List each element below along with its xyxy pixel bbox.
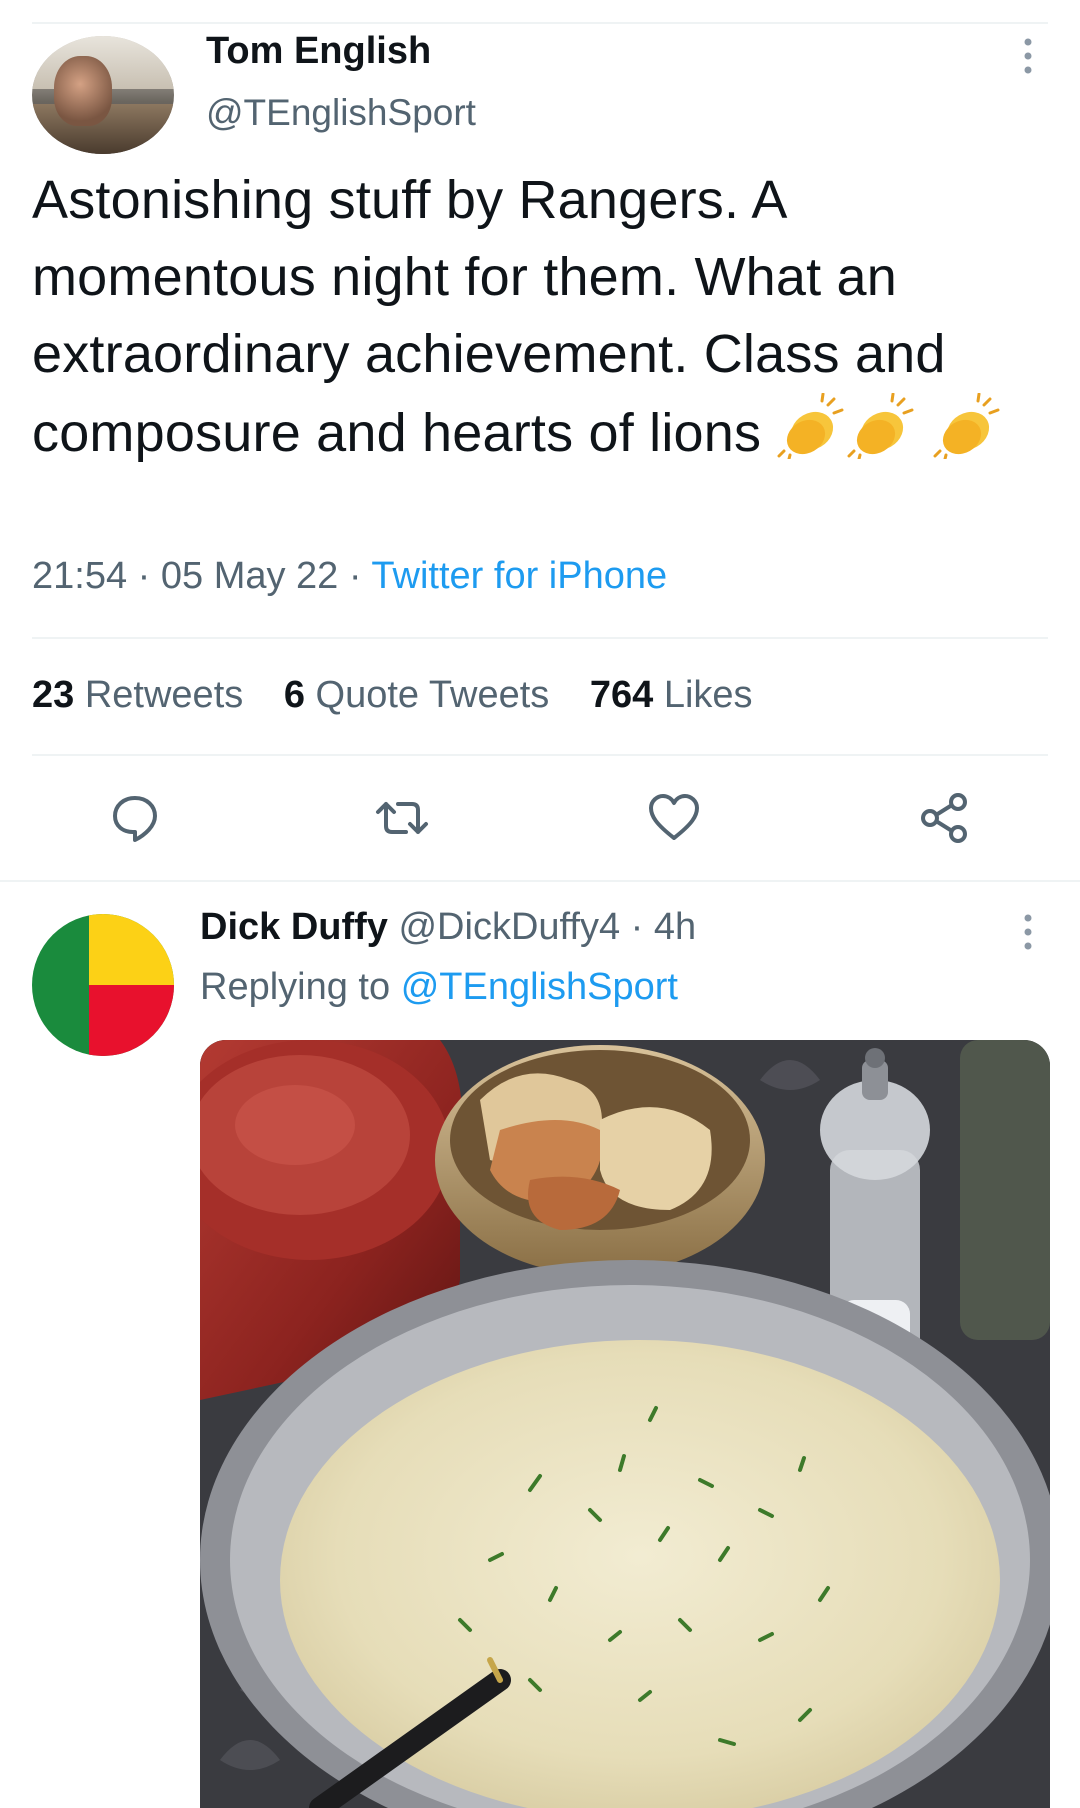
author-name[interactable]: Tom English bbox=[206, 30, 431, 73]
more-options-icon[interactable] bbox=[1018, 36, 1038, 76]
quotes-label: Quote Tweets bbox=[315, 674, 550, 716]
likes-label: Likes bbox=[663, 674, 753, 716]
tweet-time[interactable]: 21:54 bbox=[32, 555, 127, 597]
clapping-hands-icon bbox=[846, 392, 916, 480]
likes-count: 764 bbox=[589, 674, 654, 716]
more-options-icon[interactable] bbox=[1018, 912, 1038, 952]
retweet-icon[interactable] bbox=[374, 790, 430, 846]
reply-author-name[interactable]: Dick Duffy bbox=[200, 906, 388, 948]
retweets-label: Retweets bbox=[84, 674, 244, 716]
replying-to-link[interactable]: @TEnglishSport bbox=[401, 966, 678, 1008]
retweets-stat[interactable]: 23 Retweets bbox=[32, 674, 243, 716]
share-icon[interactable] bbox=[916, 790, 972, 846]
meta-separator: · bbox=[137, 555, 161, 597]
retweets-count: 23 bbox=[32, 674, 75, 716]
section-divider bbox=[0, 880, 1080, 882]
top-divider bbox=[32, 22, 1048, 24]
quotes-count: 6 bbox=[283, 674, 305, 716]
replying-to: Replying to @TEnglishSport bbox=[200, 966, 678, 1009]
likes-stat[interactable]: 764 Likes bbox=[590, 674, 753, 716]
tweet-text: Astonishing stuff by Rangers. A momentou… bbox=[32, 162, 1052, 480]
quote-tweets-stat[interactable]: 6 Quote Tweets bbox=[284, 674, 549, 716]
clapping-hands-icon bbox=[932, 392, 1002, 480]
meta-separator: · bbox=[630, 906, 654, 948]
tweet-source[interactable]: Twitter for iPhone bbox=[371, 555, 667, 597]
clapping-hands-icon bbox=[776, 392, 846, 480]
meta-separator: · bbox=[348, 555, 372, 597]
reply-time[interactable]: 4h bbox=[654, 906, 696, 948]
tweet-date[interactable]: 05 May 22 bbox=[161, 555, 338, 597]
reply-author-avatar[interactable] bbox=[32, 914, 174, 1056]
soup-photo-illustration bbox=[200, 1040, 1050, 1808]
tweet-detail-page: Tom English @TEnglishSport Astonishing s… bbox=[0, 0, 1080, 1808]
tweet-meta: 21:54 · 05 May 22 · Twitter for iPhone bbox=[32, 555, 667, 598]
reply-header: Dick Duffy @DickDuffy4 · 4h bbox=[200, 906, 696, 949]
reply-media-image[interactable] bbox=[200, 1040, 1050, 1808]
author-handle[interactable]: @TEnglishSport bbox=[206, 92, 476, 134]
replying-to-prefix: Replying to bbox=[200, 966, 391, 1008]
author-avatar[interactable] bbox=[32, 36, 174, 154]
like-icon[interactable] bbox=[646, 790, 702, 846]
reply-author-handle[interactable]: @DickDuffy4 bbox=[398, 906, 620, 948]
reply-icon[interactable] bbox=[107, 790, 163, 846]
divider bbox=[32, 637, 1048, 639]
tweet-stats: 23 Retweets 6 Quote Tweets 764 Likes bbox=[32, 674, 783, 717]
divider bbox=[32, 754, 1048, 756]
